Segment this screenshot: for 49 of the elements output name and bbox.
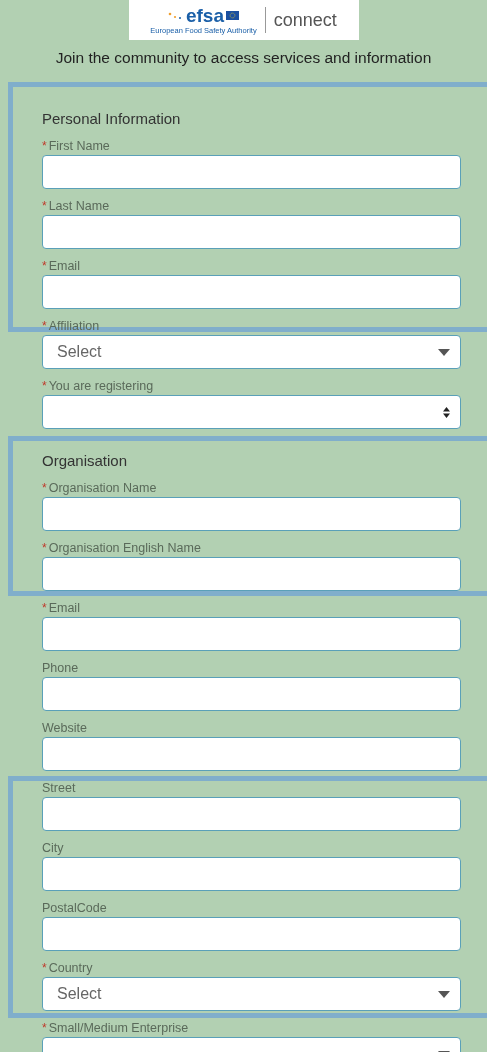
- field-label: City: [42, 840, 64, 855]
- field-label: Last Name: [48, 198, 110, 213]
- section-heading: Organisation: [42, 451, 129, 471]
- caret-icon: [438, 348, 450, 356]
- field-label: Small/Medium Enterprise: [48, 1020, 189, 1035]
- input-field[interactable]: [42, 497, 461, 531]
- input-field[interactable]: [42, 155, 461, 189]
- input-field[interactable]: [42, 917, 461, 951]
- input-field[interactable]: [42, 857, 461, 891]
- required-asterisk: *: [42, 540, 47, 555]
- input-field[interactable]: [42, 215, 461, 249]
- field-label: Website: [42, 720, 87, 735]
- required-asterisk: *: [42, 198, 47, 213]
- field-label: Email: [48, 258, 80, 273]
- select-dropdown[interactable]: Select: [42, 335, 461, 369]
- field-label: Affiliation: [48, 318, 100, 333]
- required-asterisk: *: [42, 318, 47, 333]
- field-label: Country: [48, 960, 93, 975]
- field-label: You are registering: [48, 378, 154, 393]
- stars-icon: [167, 11, 184, 20]
- input-field[interactable]: [42, 617, 461, 651]
- field-label: First Name: [48, 138, 110, 153]
- select-dropdown[interactable]: Select: [42, 977, 461, 1011]
- logo-wordmark: efsa: [185, 5, 224, 26]
- section-heading: Personal Information: [42, 109, 182, 129]
- required-asterisk: *: [42, 480, 47, 495]
- input-field[interactable]: [42, 677, 461, 711]
- required-asterisk: *: [42, 1020, 47, 1035]
- field-label: Street: [42, 780, 76, 795]
- caret-icon: [438, 990, 450, 998]
- required-asterisk: *: [42, 960, 47, 975]
- intro-text: Join the community to access services and information: [54, 48, 433, 68]
- required-asterisk: *: [42, 600, 47, 615]
- field-label: Phone: [42, 660, 79, 675]
- required-asterisk: *: [42, 138, 47, 153]
- logo-product: connect: [273, 9, 337, 31]
- input-field[interactable]: [42, 275, 461, 309]
- field-label: PostalCode: [42, 900, 107, 915]
- input-field[interactable]: [42, 737, 461, 771]
- field-label: Email: [48, 600, 80, 615]
- field-label: Organisation English Name: [48, 540, 201, 555]
- flag-icon: [226, 11, 239, 20]
- required-asterisk: *: [42, 378, 47, 393]
- input-field[interactable]: [42, 557, 461, 591]
- field-label: Organisation Name: [48, 480, 157, 495]
- spinner-arrows-icon: [443, 406, 450, 418]
- input-field[interactable]: [42, 797, 461, 831]
- spinner-field[interactable]: [42, 395, 461, 429]
- required-asterisk: *: [42, 258, 47, 273]
